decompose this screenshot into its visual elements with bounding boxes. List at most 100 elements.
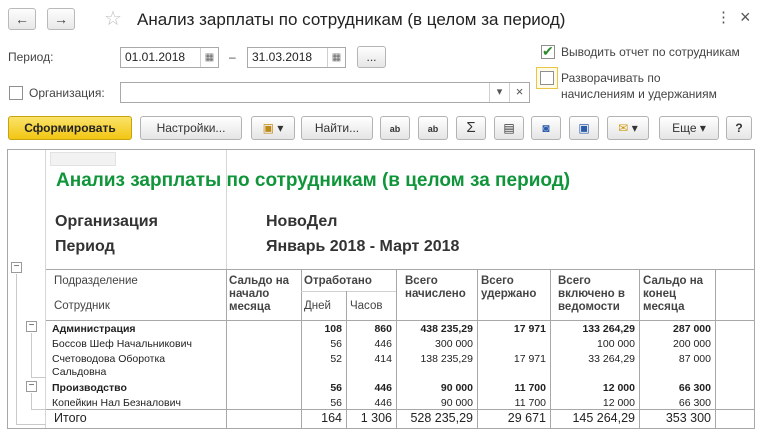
collapse-group-icon[interactable]: − (26, 381, 37, 392)
period-from-input[interactable]: 01.01.2018 ▦ (120, 47, 219, 68)
employee-row-name[interactable]: Боссов Шеф Начальникович (52, 337, 192, 351)
row-cell-accrued: 138 235,29 (420, 353, 473, 365)
row-cell-days: 108 (324, 323, 342, 335)
forward-button[interactable]: → (47, 8, 75, 30)
group-row-name[interactable]: Администрация (52, 322, 136, 336)
expand-label-line2: начислениям и удержаниям (561, 87, 717, 101)
row-cell-accrued: 438 235,29 (420, 323, 473, 335)
save-button[interactable]: ▣ (569, 116, 599, 140)
more-button[interactable]: Еще ▾ (659, 116, 719, 140)
row-cell-included: 100 000 (597, 338, 635, 350)
total-saldo-end: 353 300 (665, 411, 711, 425)
variants-button[interactable]: ▣ ▾ (251, 116, 295, 140)
total-days: 164 (321, 411, 342, 425)
chevron-down-icon: ▾ (699, 121, 706, 135)
row-cell-hours: 414 (374, 353, 392, 365)
total-hours: 1 306 (360, 411, 392, 425)
header-hours: Часов (350, 300, 383, 312)
magnifier-page-icon: ◙ (542, 121, 550, 135)
replace-button[interactable]: ab (380, 116, 410, 140)
report-org-label: Организация (55, 213, 158, 230)
arrow-right-icon: → (54, 11, 68, 27)
header-worked: Отработано (304, 275, 372, 287)
find-button[interactable]: Найти... (301, 116, 373, 140)
period-select-button[interactable]: ... (357, 46, 386, 68)
group-row-name[interactable]: Производство (52, 381, 127, 395)
row-cell-days: 56 (330, 338, 342, 350)
row-cell-saldo-end: 200 000 (673, 338, 711, 350)
help-button[interactable]: ? (726, 116, 752, 140)
employee-row-name-cont: Сальдовна (52, 366, 107, 378)
show-by-employees-checkbox[interactable] (541, 43, 555, 60)
row-cell-withheld: 11 700 (514, 382, 546, 394)
header-saldo-end: Сальдо на конец месяца (643, 275, 704, 313)
row-cell-days: 52 (330, 353, 342, 365)
row-cell-saldo-end: 66 300 (678, 397, 711, 409)
collapse-all-icon[interactable]: − (11, 262, 22, 273)
header-divider (226, 150, 227, 270)
sigma-icon: Σ (466, 119, 476, 136)
row-cell-saldo-end: 287 000 (673, 323, 711, 335)
row-cell-withheld: 17 971 (513, 323, 546, 335)
close-icon[interactable]: × (740, 7, 751, 27)
total-label: Итого (54, 411, 87, 425)
row-cell-saldo-end: 66 300 (678, 382, 711, 394)
replace-all-icon: ab (427, 124, 439, 134)
expand-checkbox[interactable] (540, 71, 554, 85)
show-by-employees-label: Выводить отчет по сотрудникам (561, 45, 740, 59)
sum-button[interactable]: Σ (456, 116, 486, 140)
gutter-border (45, 150, 46, 428)
row-cell-accrued: 90 000 (440, 382, 473, 394)
period-dash: – (229, 50, 236, 64)
total-accrued: 528 235,29 (410, 411, 473, 425)
report-title: Анализ зарплаты по сотрудникам (в целом … (56, 170, 571, 191)
period-to-input[interactable]: 31.03.2018 ▦ (247, 47, 346, 68)
report-period-label: Период (55, 238, 115, 255)
report-period-value: Январь 2018 - Март 2018 (266, 238, 460, 255)
organization-checkbox[interactable] (9, 86, 23, 100)
row-cell-days: 56 (330, 397, 342, 409)
row-cell-included: 33 264,29 (588, 353, 635, 365)
floppy-disk-icon: ▣ (578, 121, 590, 135)
replace-all-button[interactable]: ab (418, 116, 448, 140)
print-button[interactable]: ▤ (494, 116, 524, 140)
row-cell-included: 12 000 (602, 382, 635, 394)
employee-row-name[interactable]: Копейкин Нал Безналович (52, 396, 181, 410)
preview-button[interactable]: ◙ (531, 116, 561, 140)
row-cell-days: 56 (330, 382, 342, 394)
settings-button[interactable]: Настройки... (140, 116, 242, 140)
row-cell-withheld: 11 700 (514, 397, 546, 409)
row-cell-hours: 446 (374, 382, 392, 394)
period-label: Период: (8, 50, 54, 64)
envelope-icon: ✉ (618, 121, 629, 135)
row-cell-included: 12 000 (602, 397, 635, 409)
empty-cell (50, 152, 116, 166)
arrow-left-icon: ← (15, 11, 29, 27)
header-days: Дней (304, 300, 331, 312)
calendar-icon[interactable]: ▦ (327, 48, 345, 67)
back-button[interactable]: ← (8, 8, 36, 30)
collapse-group-icon[interactable]: − (26, 321, 37, 332)
row-cell-included: 133 264,29 (582, 323, 635, 335)
total-withheld: 29 671 (507, 411, 546, 425)
clear-icon[interactable]: × (509, 83, 529, 102)
expand-label-line1: Разворачивать по (561, 71, 661, 85)
chevron-down-icon: ▾ (631, 121, 638, 135)
send-email-button[interactable]: ✉ ▾ (607, 116, 649, 140)
calendar-icon[interactable]: ▦ (200, 48, 218, 67)
favorite-star-icon[interactable]: ☆ (104, 8, 122, 30)
organization-input[interactable] (120, 82, 530, 103)
report-spreadsheet[interactable]: Анализ зарплаты по сотрудникам (в целом … (7, 149, 755, 429)
report-org-value: НовоДел (266, 213, 338, 230)
header-withheld: Всего удержано (481, 275, 537, 300)
header-accrued: Всего начислено (405, 275, 466, 300)
dropdown-icon[interactable]: ▾ (489, 83, 509, 102)
employee-row-name[interactable]: Счетоводова Оборотка (52, 352, 165, 366)
header-employee: Сотрудник (54, 300, 110, 312)
row-cell-withheld: 17 971 (513, 353, 546, 365)
more-vertical-icon[interactable]: ⋮ (716, 8, 731, 28)
row-cell-hours: 860 (374, 323, 392, 335)
header-included: Всего включено в ведомости (558, 275, 625, 313)
generate-button[interactable]: Сформировать (8, 116, 132, 140)
replace-icon: ab (389, 124, 401, 134)
